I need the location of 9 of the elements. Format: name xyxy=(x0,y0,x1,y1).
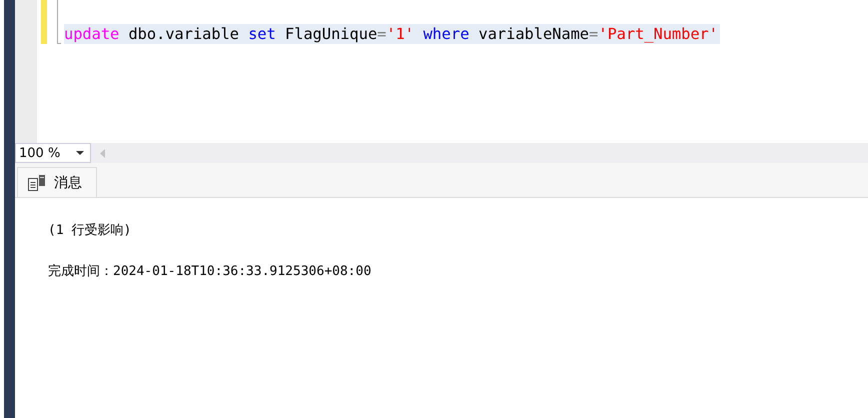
outline-bracket xyxy=(57,0,61,44)
message-text: 完成时间：2024-01-18T10:36:33.9125306+08:00 xyxy=(48,263,372,281)
messages-tab[interactable]: 消息 xyxy=(17,167,97,197)
message-text: (1 行受影响) xyxy=(48,222,132,240)
caret-icon xyxy=(76,151,84,155)
document-icon xyxy=(28,174,45,190)
zoom-dropdown[interactable]: 100 % xyxy=(15,143,91,163)
change-marker xyxy=(41,0,47,44)
scroll-left-icon xyxy=(100,148,105,158)
